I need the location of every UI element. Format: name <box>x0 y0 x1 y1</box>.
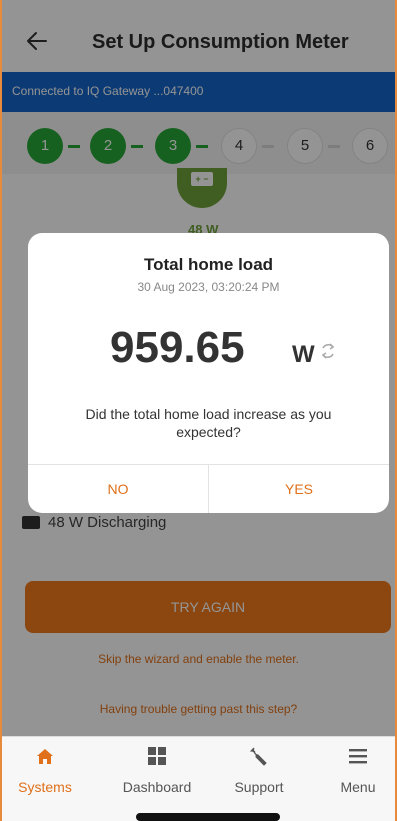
home-icon <box>37 749 53 764</box>
no-button[interactable]: NO <box>28 465 208 513</box>
home-load-unit: W <box>292 341 315 368</box>
nav-label: Menu <box>340 779 376 795</box>
refresh-icon[interactable] <box>316 339 340 363</box>
nav-dashboard[interactable]: Dashboard <box>112 745 202 795</box>
header-overlay <box>2 0 395 112</box>
nav-support[interactable]: Support <box>214 745 304 795</box>
nav-systems[interactable]: Systems <box>2 745 90 795</box>
nav-label: Systems <box>18 779 72 795</box>
dialog-question: Did the total home load increase as you … <box>85 406 332 440</box>
home-indicator <box>136 813 280 821</box>
nav-label: Dashboard <box>122 779 192 795</box>
nav-menu[interactable]: Menu <box>313 745 395 795</box>
menu-icon <box>349 749 367 764</box>
home-load-dialog: Total home load 30 Aug 2023, 03:20:24 PM… <box>28 233 389 513</box>
bottom-nav: Systems Dashboard Support Menu <box>2 736 395 821</box>
yes-button[interactable]: YES <box>209 465 389 513</box>
app-frame: Set Up Consumption Meter Connected to IQ… <box>0 0 397 821</box>
wrench-icon <box>249 747 267 766</box>
dialog-timestamp: 30 Aug 2023, 03:20:24 PM <box>137 280 280 294</box>
dialog-title: Total home load <box>143 255 274 274</box>
dashboard-icon <box>148 747 166 765</box>
nav-label: Support <box>234 779 284 795</box>
home-load-value: 959.65 <box>110 323 245 372</box>
